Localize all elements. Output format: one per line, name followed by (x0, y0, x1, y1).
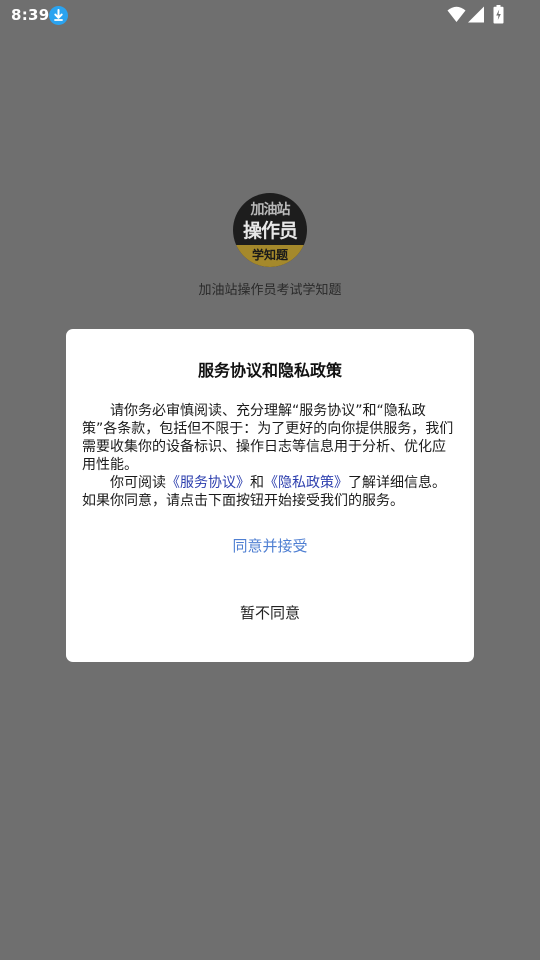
disagree-button[interactable]: 暂不同意 (66, 602, 474, 623)
dialog-title: 服务协议和隐私政策 (197, 361, 342, 380)
agree-button[interactable]: 同意并接受 (66, 535, 474, 556)
paragraph-2-and: 和 (250, 475, 264, 491)
logo-bottom-text: 学知题 (251, 248, 288, 262)
battery-icon (493, 5, 504, 24)
status-bar: 8:39 (0, 0, 540, 32)
signal-icon (468, 6, 484, 23)
privacy-dialog: 服务协议和隐私政策 请你务必审慎阅读、充分理解“服务协议”和“隐私政策”各条款，… (66, 329, 474, 662)
app-name: 加油站操作员考试学知题 (198, 283, 342, 298)
download-icon (49, 6, 68, 25)
privacy-policy-link[interactable]: 《隐私政策》 (264, 475, 348, 491)
dialog-paragraph-2: 你可阅读《服务协议》和《隐私政策》了解详细信息。如果你同意，请点击下面按钮开始接… (82, 474, 458, 510)
paragraph-2-prefix: 你可阅读 (110, 475, 166, 491)
dialog-paragraph-1: 请你务必审慎阅读、充分理解“服务协议”和“隐私政策”各条款，包括但不限于：为了更… (82, 403, 454, 473)
wifi-icon (447, 6, 466, 22)
service-agreement-link[interactable]: 《服务协议》 (166, 475, 250, 491)
dialog-body: 请你务必审慎阅读、充分理解“服务协议”和“隐私政策”各条款，包括但不限于：为了更… (82, 402, 458, 510)
app-logo: 加油站 操作员 学知题 (233, 193, 307, 267)
status-time: 8:39 (11, 6, 50, 24)
logo-mid-text: 操作员 (242, 220, 298, 242)
